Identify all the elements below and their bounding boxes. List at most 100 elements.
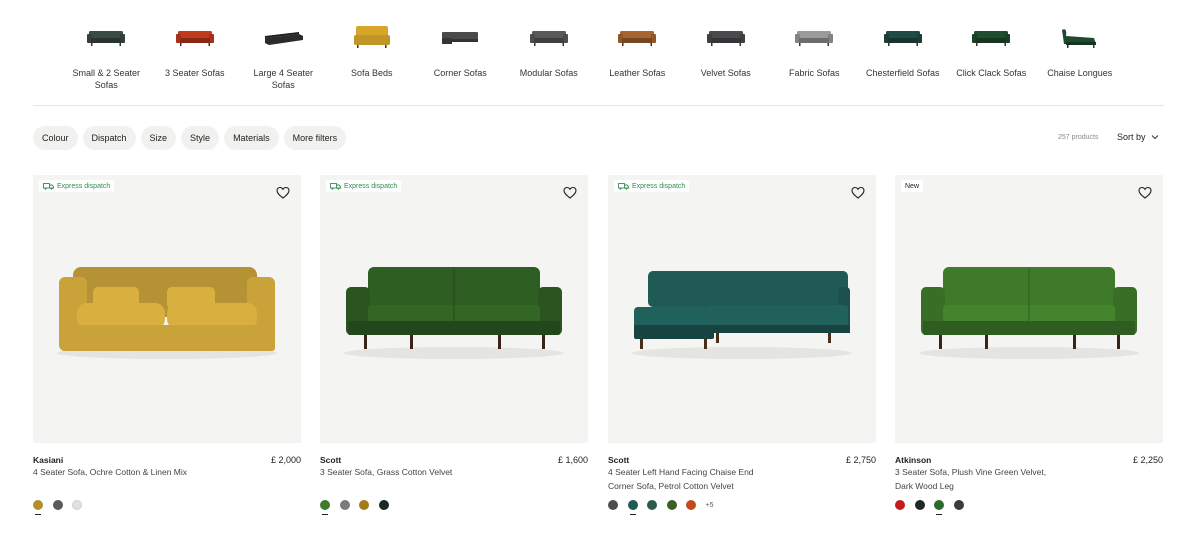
category-link[interactable]: Large 4 Seater Sofas <box>239 18 328 98</box>
category-link[interactable]: 3 Seater Sofas <box>151 18 240 98</box>
product-title-row: Kasiani £ 2,000 <box>33 455 301 465</box>
wishlist-heart-icon[interactable] <box>563 186 577 200</box>
chaise-longue-icon <box>1052 18 1108 56</box>
sofa-illustration <box>57 267 277 359</box>
category-link[interactable]: Modular Sofas <box>505 18 594 98</box>
sort-dropdown[interactable]: Sort by <box>1117 132 1159 142</box>
large-sofa-icon <box>255 18 311 56</box>
product-image[interactable]: New <box>895 175 1163 443</box>
express-dispatch-badge: Express dispatch <box>614 180 690 192</box>
product-title-row: Atkinson £ 2,250 <box>895 455 1163 465</box>
colour-swatch[interactable] <box>666 500 677 510</box>
chevron-down-icon <box>1151 135 1158 140</box>
colour-swatch[interactable] <box>627 500 638 515</box>
category-link[interactable]: Click Clack Sofas <box>947 18 1036 98</box>
badge-label: Express dispatch <box>344 182 398 190</box>
product-name[interactable]: Atkinson <box>895 455 931 465</box>
colour-swatch[interactable] <box>934 500 944 515</box>
sort-label: Sort by <box>1117 132 1146 142</box>
two-seater-sofa-icon <box>78 18 134 56</box>
sofa-leg <box>364 335 367 349</box>
sofa-leg <box>498 335 501 349</box>
category-label: Sofa Beds <box>350 68 393 78</box>
product-name[interactable]: Scott <box>320 455 341 465</box>
category-link[interactable]: Chesterfield Sofas <box>859 18 948 98</box>
sofa-leg <box>704 339 707 349</box>
filter-materials[interactable]: Materials <box>224 126 279 150</box>
product-card[interactable]: New Atkinson £ 2,250 3 Seater Sofa, Plush V… <box>895 175 1163 515</box>
category-link[interactable]: Corner Sofas <box>416 18 505 98</box>
colour-swatches <box>320 500 389 515</box>
colour-swatch[interactable] <box>72 500 82 510</box>
category-link[interactable]: Fabric Sofas <box>770 18 859 98</box>
colour-swatch[interactable] <box>914 500 925 510</box>
sofa-illustration <box>632 271 852 359</box>
wishlist-heart-icon[interactable] <box>1138 186 1152 200</box>
colour-swatches <box>33 500 82 515</box>
product-description: Corner Sofa, Petrol Cotton Velvet <box>608 480 734 491</box>
wishlist-heart-icon[interactable] <box>851 186 865 200</box>
filter-colour[interactable]: Colour <box>33 126 78 150</box>
wishlist-heart-icon[interactable] <box>276 186 290 200</box>
express-dispatch-badge: Express dispatch <box>39 180 115 192</box>
colour-swatch[interactable] <box>359 500 369 510</box>
colour-swatches <box>895 500 964 515</box>
sofa-leg <box>542 335 545 349</box>
filter-size[interactable]: Size <box>140 126 177 150</box>
product-price: £ 2,750 <box>845 455 876 465</box>
sofa-leg <box>410 335 413 349</box>
product-name[interactable]: Kasiani <box>33 455 63 465</box>
colour-swatch[interactable] <box>608 500 618 510</box>
category-link[interactable]: Leather Sofas <box>593 18 682 98</box>
product-price: £ 2,250 <box>1132 455 1163 465</box>
colour-swatch[interactable] <box>686 500 696 510</box>
velvet-sofa-icon <box>698 18 754 56</box>
category-link[interactable]: Sofa Beds <box>328 18 417 98</box>
product-card[interactable]: Express dispatch Scott £ 1,600 3 Seater Sof… <box>320 175 588 515</box>
category-link[interactable]: Chaise Longues <box>1036 18 1125 98</box>
leather-sofa-icon <box>609 18 665 56</box>
sofa-illustration <box>919 267 1139 359</box>
category-label: Small & 2 Seater Sofas <box>72 68 141 90</box>
category-label: Chesterfield Sofas <box>865 68 940 78</box>
chesterfield-sofa-icon <box>875 18 931 56</box>
truck-icon <box>330 182 341 190</box>
colour-swatch[interactable] <box>339 500 350 510</box>
divider <box>33 105 1164 106</box>
sofa-base <box>923 321 1135 335</box>
filter-bar: Colour Dispatch Size Style Materials More fil… <box>33 126 347 150</box>
colour-swatch[interactable] <box>895 500 905 510</box>
category-label: Click Clack Sofas <box>956 68 1027 78</box>
colour-swatch[interactable] <box>320 500 330 515</box>
product-card[interactable]: Express dispatch Kasiani £ 2,000 4 Seater S… <box>33 175 301 515</box>
category-strip: Small & 2 Seater Sofas 3 Seater Sofas Larg… <box>62 18 1142 98</box>
product-image[interactable]: Express dispatch <box>33 175 301 443</box>
filter-dispatch[interactable]: Dispatch <box>82 126 136 150</box>
product-card[interactable]: Express dispatch Scott £ 2,750 4 Seater Lef… <box>608 175 876 515</box>
product-description: Dark Wood Leg <box>895 480 954 491</box>
category-label: 3 Seater Sofas <box>164 68 225 78</box>
express-dispatch-badge: Express dispatch <box>326 180 402 192</box>
colour-swatch[interactable] <box>647 500 657 510</box>
fabric-sofa-icon <box>786 18 842 56</box>
colour-swatches: +5 <box>608 500 714 515</box>
sofa-leg <box>640 339 643 349</box>
sofa-base <box>61 325 275 351</box>
colour-swatch[interactable] <box>52 500 63 510</box>
more-colours-link[interactable]: +5 <box>706 502 714 509</box>
category-link[interactable]: Velvet Sofas <box>682 18 771 98</box>
colour-swatch[interactable] <box>953 500 964 510</box>
category-link[interactable]: Small & 2 Seater Sofas <box>62 18 151 98</box>
truck-icon <box>43 182 54 190</box>
filter-more-filters[interactable]: More filters <box>283 126 347 150</box>
sofa-illustration <box>344 267 564 359</box>
product-name[interactable]: Scott <box>608 455 629 465</box>
colour-swatch[interactable] <box>378 500 389 510</box>
colour-swatch[interactable] <box>33 500 43 515</box>
category-label: Fabric Sofas <box>788 68 840 78</box>
sofa-leg <box>1073 335 1076 349</box>
filter-style[interactable]: Style <box>181 126 220 150</box>
truck-icon <box>618 182 629 190</box>
product-image[interactable]: Express dispatch <box>320 175 588 443</box>
product-image[interactable]: Express dispatch <box>608 175 876 443</box>
